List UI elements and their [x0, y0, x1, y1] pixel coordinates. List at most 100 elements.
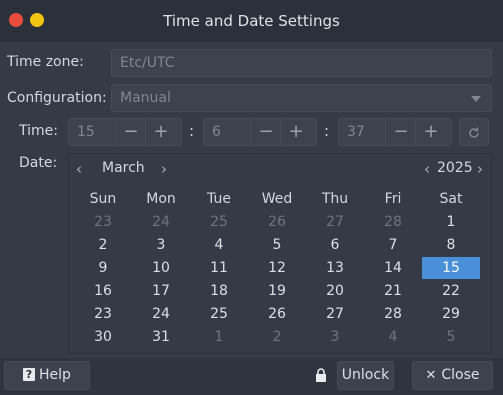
calendar-day-outside[interactable]: 5 [422, 326, 480, 348]
close-button[interactable]: ✕ Close [412, 361, 493, 390]
calendar-day[interactable]: 20 [306, 280, 364, 302]
prev-year-button[interactable]: ‹ [424, 160, 430, 178]
calendar-day[interactable]: 26 [248, 303, 306, 325]
calendar-week-row: 2345678 [69, 234, 491, 257]
help-icon: ? [23, 367, 35, 381]
minute-decrement-button[interactable]: − [250, 119, 281, 145]
calendar-day[interactable]: 10 [132, 257, 190, 279]
calendar-day[interactable]: 24 [132, 303, 190, 325]
calendar[interactable]: ‹ March › ‹ 2025 › Sun Mon Tue Wed Thu Fri Sat… [68, 153, 492, 354]
time-separator: : [324, 122, 330, 140]
calendar-day[interactable]: 8 [422, 234, 480, 256]
calendar-day-selected[interactable]: 15 [422, 257, 480, 279]
calendar-day[interactable]: 1 [422, 211, 480, 233]
calendar-year: 2025 [437, 160, 473, 176]
calendar-day-outside[interactable]: 4 [364, 326, 422, 348]
second-decrement-button[interactable]: − [385, 119, 416, 145]
time-separator: : [189, 122, 195, 140]
calendar-week-row: 23 24 25 26 27 28 1 [69, 211, 491, 234]
calendar-day[interactable]: 29 [422, 303, 480, 325]
calendar-day[interactable]: 6 [306, 234, 364, 256]
weekday-header: Mon [146, 191, 176, 207]
calendar-day[interactable]: 9 [74, 257, 132, 279]
minute-spinner[interactable]: 6 − + [203, 118, 317, 146]
settings-window: Time and Date Settings Time zone: Etc/UT… [0, 0, 503, 395]
hour-spinner[interactable]: 15 − + [68, 118, 182, 146]
minute-increment-button[interactable]: + [280, 119, 311, 145]
calendar-day[interactable]: 17 [132, 280, 190, 302]
hour-value: 15 [77, 124, 95, 140]
unlock-button[interactable]: Unlock [337, 361, 394, 390]
calendar-day[interactable]: 7 [364, 234, 422, 256]
calendar-grid: Sun Mon Tue Wed Thu Fri Sat 23 24 25 26 27 28 1 2 3 4 5 6 7… [69, 188, 491, 349]
calendar-week-row: 23 24 25 26 27 28 29 [69, 303, 491, 326]
weekday-header-row: Sun Mon Tue Wed Thu Fri Sat [69, 188, 491, 211]
calendar-day[interactable]: 22 [422, 280, 480, 302]
weekday-header: Wed [261, 191, 293, 207]
second-increment-button[interactable]: + [415, 119, 446, 145]
calendar-day-outside[interactable]: 28 [364, 211, 422, 233]
calendar-day-outside[interactable]: 1 [190, 326, 248, 348]
next-year-button[interactable]: › [477, 160, 483, 178]
configuration-dropdown[interactable]: Manual [111, 84, 492, 112]
next-month-button[interactable]: › [161, 160, 167, 178]
hour-decrement-button[interactable]: − [115, 119, 146, 145]
lock-icon [316, 368, 326, 382]
configuration-label: Configuration: [7, 90, 107, 106]
close-label: Close [441, 367, 480, 383]
title-bar: Time and Date Settings [0, 0, 503, 42]
calendar-day[interactable]: 14 [364, 257, 422, 279]
calendar-day[interactable]: 27 [306, 303, 364, 325]
weekday-header: Fri [384, 191, 402, 207]
refresh-icon [469, 127, 479, 138]
second-spinner[interactable]: 37 − + [338, 118, 452, 146]
weekday-header: Tue [207, 191, 231, 207]
help-label: Help [39, 367, 71, 383]
prev-month-button[interactable]: ‹ [76, 160, 82, 178]
calendar-day[interactable]: 25 [190, 303, 248, 325]
help-button[interactable]: ? Help [4, 361, 90, 390]
calendar-week-row: 30 31 1 2 3 4 5 [69, 326, 491, 349]
calendar-day[interactable]: 30 [74, 326, 132, 348]
hour-increment-button[interactable]: + [145, 119, 176, 145]
calendar-day[interactable]: 18 [190, 280, 248, 302]
timezone-value: Etc/UTC [120, 55, 175, 71]
time-label: Time: [19, 123, 58, 139]
calendar-day[interactable]: 11 [190, 257, 248, 279]
revert-time-button[interactable] [459, 118, 489, 146]
configuration-value: Manual [120, 90, 171, 106]
date-label: Date: [19, 155, 58, 171]
calendar-day[interactable]: 16 [74, 280, 132, 302]
calendar-week-row: 9 10 11 12 13 14 15 [69, 257, 491, 280]
window-title: Time and Date Settings [163, 12, 340, 30]
calendar-day-outside[interactable]: 26 [248, 211, 306, 233]
timezone-label: Time zone: [7, 54, 84, 70]
second-value: 37 [347, 124, 365, 140]
calendar-month: March [102, 160, 145, 176]
calendar-day[interactable]: 12 [248, 257, 306, 279]
calendar-week-row: 16 17 18 19 20 21 22 [69, 280, 491, 303]
calendar-day-outside[interactable]: 3 [306, 326, 364, 348]
calendar-day[interactable]: 23 [74, 303, 132, 325]
calendar-day[interactable]: 21 [364, 280, 422, 302]
close-icon: ✕ [425, 368, 437, 383]
calendar-day[interactable]: 2 [74, 234, 132, 256]
calendar-day-outside[interactable]: 25 [190, 211, 248, 233]
unlock-label: Unlock [341, 367, 390, 383]
calendar-day-outside[interactable]: 23 [74, 211, 132, 233]
calendar-day[interactable]: 5 [248, 234, 306, 256]
calendar-day-outside[interactable]: 27 [306, 211, 364, 233]
calendar-day[interactable]: 19 [248, 280, 306, 302]
calendar-day-outside[interactable]: 24 [132, 211, 190, 233]
timezone-field[interactable]: Etc/UTC [111, 49, 492, 77]
calendar-day[interactable]: 31 [132, 326, 190, 348]
calendar-day[interactable]: 28 [364, 303, 422, 325]
chevron-down-icon [471, 96, 481, 102]
minute-value: 6 [212, 124, 221, 140]
calendar-day-outside[interactable]: 2 [248, 326, 306, 348]
calendar-day[interactable]: 4 [190, 234, 248, 256]
weekday-header: Sat [439, 191, 463, 207]
calendar-day[interactable]: 13 [306, 257, 364, 279]
calendar-day[interactable]: 3 [132, 234, 190, 256]
weekday-header: Thu [321, 191, 349, 207]
